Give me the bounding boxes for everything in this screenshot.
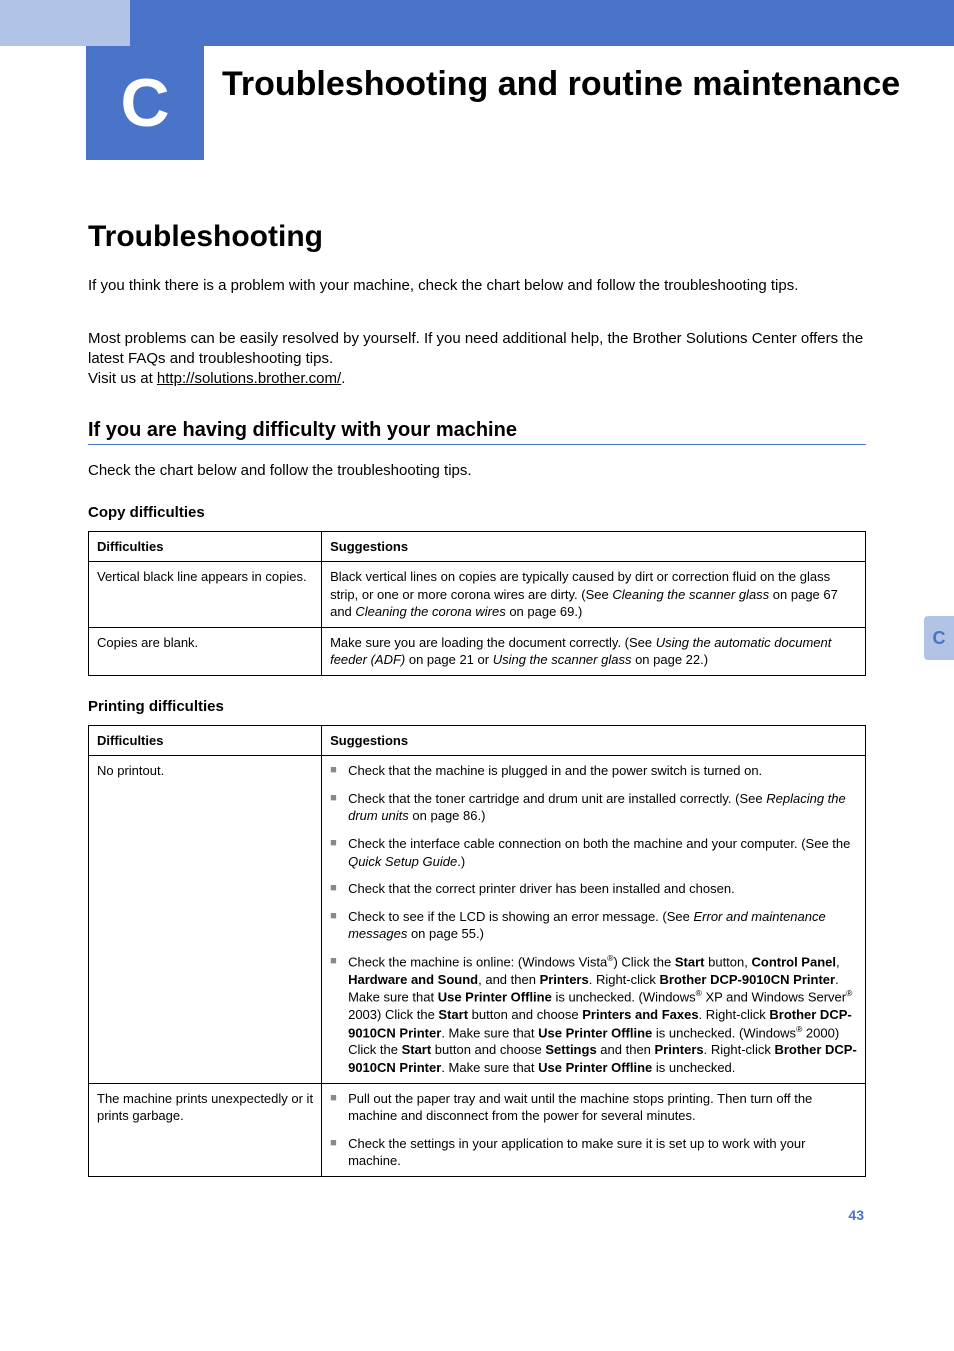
printing-difficulties-table: Difficulties Suggestions No printout. Ch… [88,725,866,1177]
copy-row1-diff: Vertical black line appears in copies. [89,562,322,628]
list-item: Check to see if the LCD is showing an er… [330,908,857,943]
list-item: Check that the toner cartridge and drum … [330,790,857,825]
list-item: Check the machine is online: (Windows Vi… [330,953,857,1077]
print-row2-diff: The machine prints unexpectedly or it pr… [89,1083,322,1176]
copy-row1-sugg: Black vertical lines on copies are typic… [322,562,866,628]
table-row: No printout. Check that the machine is p… [89,756,866,1083]
copy-th-suggestions: Suggestions [322,531,866,562]
list-item: Pull out the paper tray and wait until t… [330,1090,857,1125]
intro2-post: . [341,370,345,387]
intro-paragraph-1: If you think there is a problem with you… [88,276,866,296]
table-row: Copies are blank. Make sure you are load… [89,627,866,675]
solutions-link[interactable]: http://solutions.brother.com/ [157,370,341,387]
page-number: 43 [0,1207,954,1223]
section-heading: Troubleshooting [88,220,866,254]
table-row: Vertical black line appears in copies. B… [89,562,866,628]
top-bar-accent [0,0,130,46]
print-row2-sugg: Pull out the paper tray and wait until t… [322,1083,866,1176]
chapter-badge: C [86,46,204,160]
list-item: Check that the machine is plugged in and… [330,762,857,780]
copy-difficulties-table: Difficulties Suggestions Vertical black … [88,531,866,676]
chapter-title: Troubleshooting and routine maintenance [204,46,954,160]
copy-row2-diff: Copies are blank. [89,627,322,675]
table-row: The machine prints unexpectedly or it pr… [89,1083,866,1176]
list-item: Check that the correct printer driver ha… [330,880,857,898]
top-bar [0,0,954,46]
print-row1-diff: No printout. [89,756,322,1083]
list-item: Check the interface cable connection on … [330,835,857,870]
copy-difficulties-heading: Copy difficulties [88,504,866,521]
copy-row2-sugg: Make sure you are loading the document c… [322,627,866,675]
print-th-suggestions: Suggestions [322,725,866,756]
chapter-header: C Troubleshooting and routine maintenanc… [0,46,954,160]
subsection-intro: Check the chart below and follow the tro… [88,461,866,481]
copy-th-difficulties: Difficulties [89,531,322,562]
printing-difficulties-heading: Printing difficulties [88,698,866,715]
side-tab: C [924,616,954,660]
list-item: Check the settings in your application t… [330,1135,857,1170]
print-row1-sugg: Check that the machine is plugged in and… [322,756,866,1083]
intro-paragraph-2: Most problems can be easily resolved by … [88,308,866,389]
section-rule [88,444,866,445]
print-th-difficulties: Difficulties [89,725,322,756]
subsection-heading: If you are having difficulty with your m… [88,419,866,442]
